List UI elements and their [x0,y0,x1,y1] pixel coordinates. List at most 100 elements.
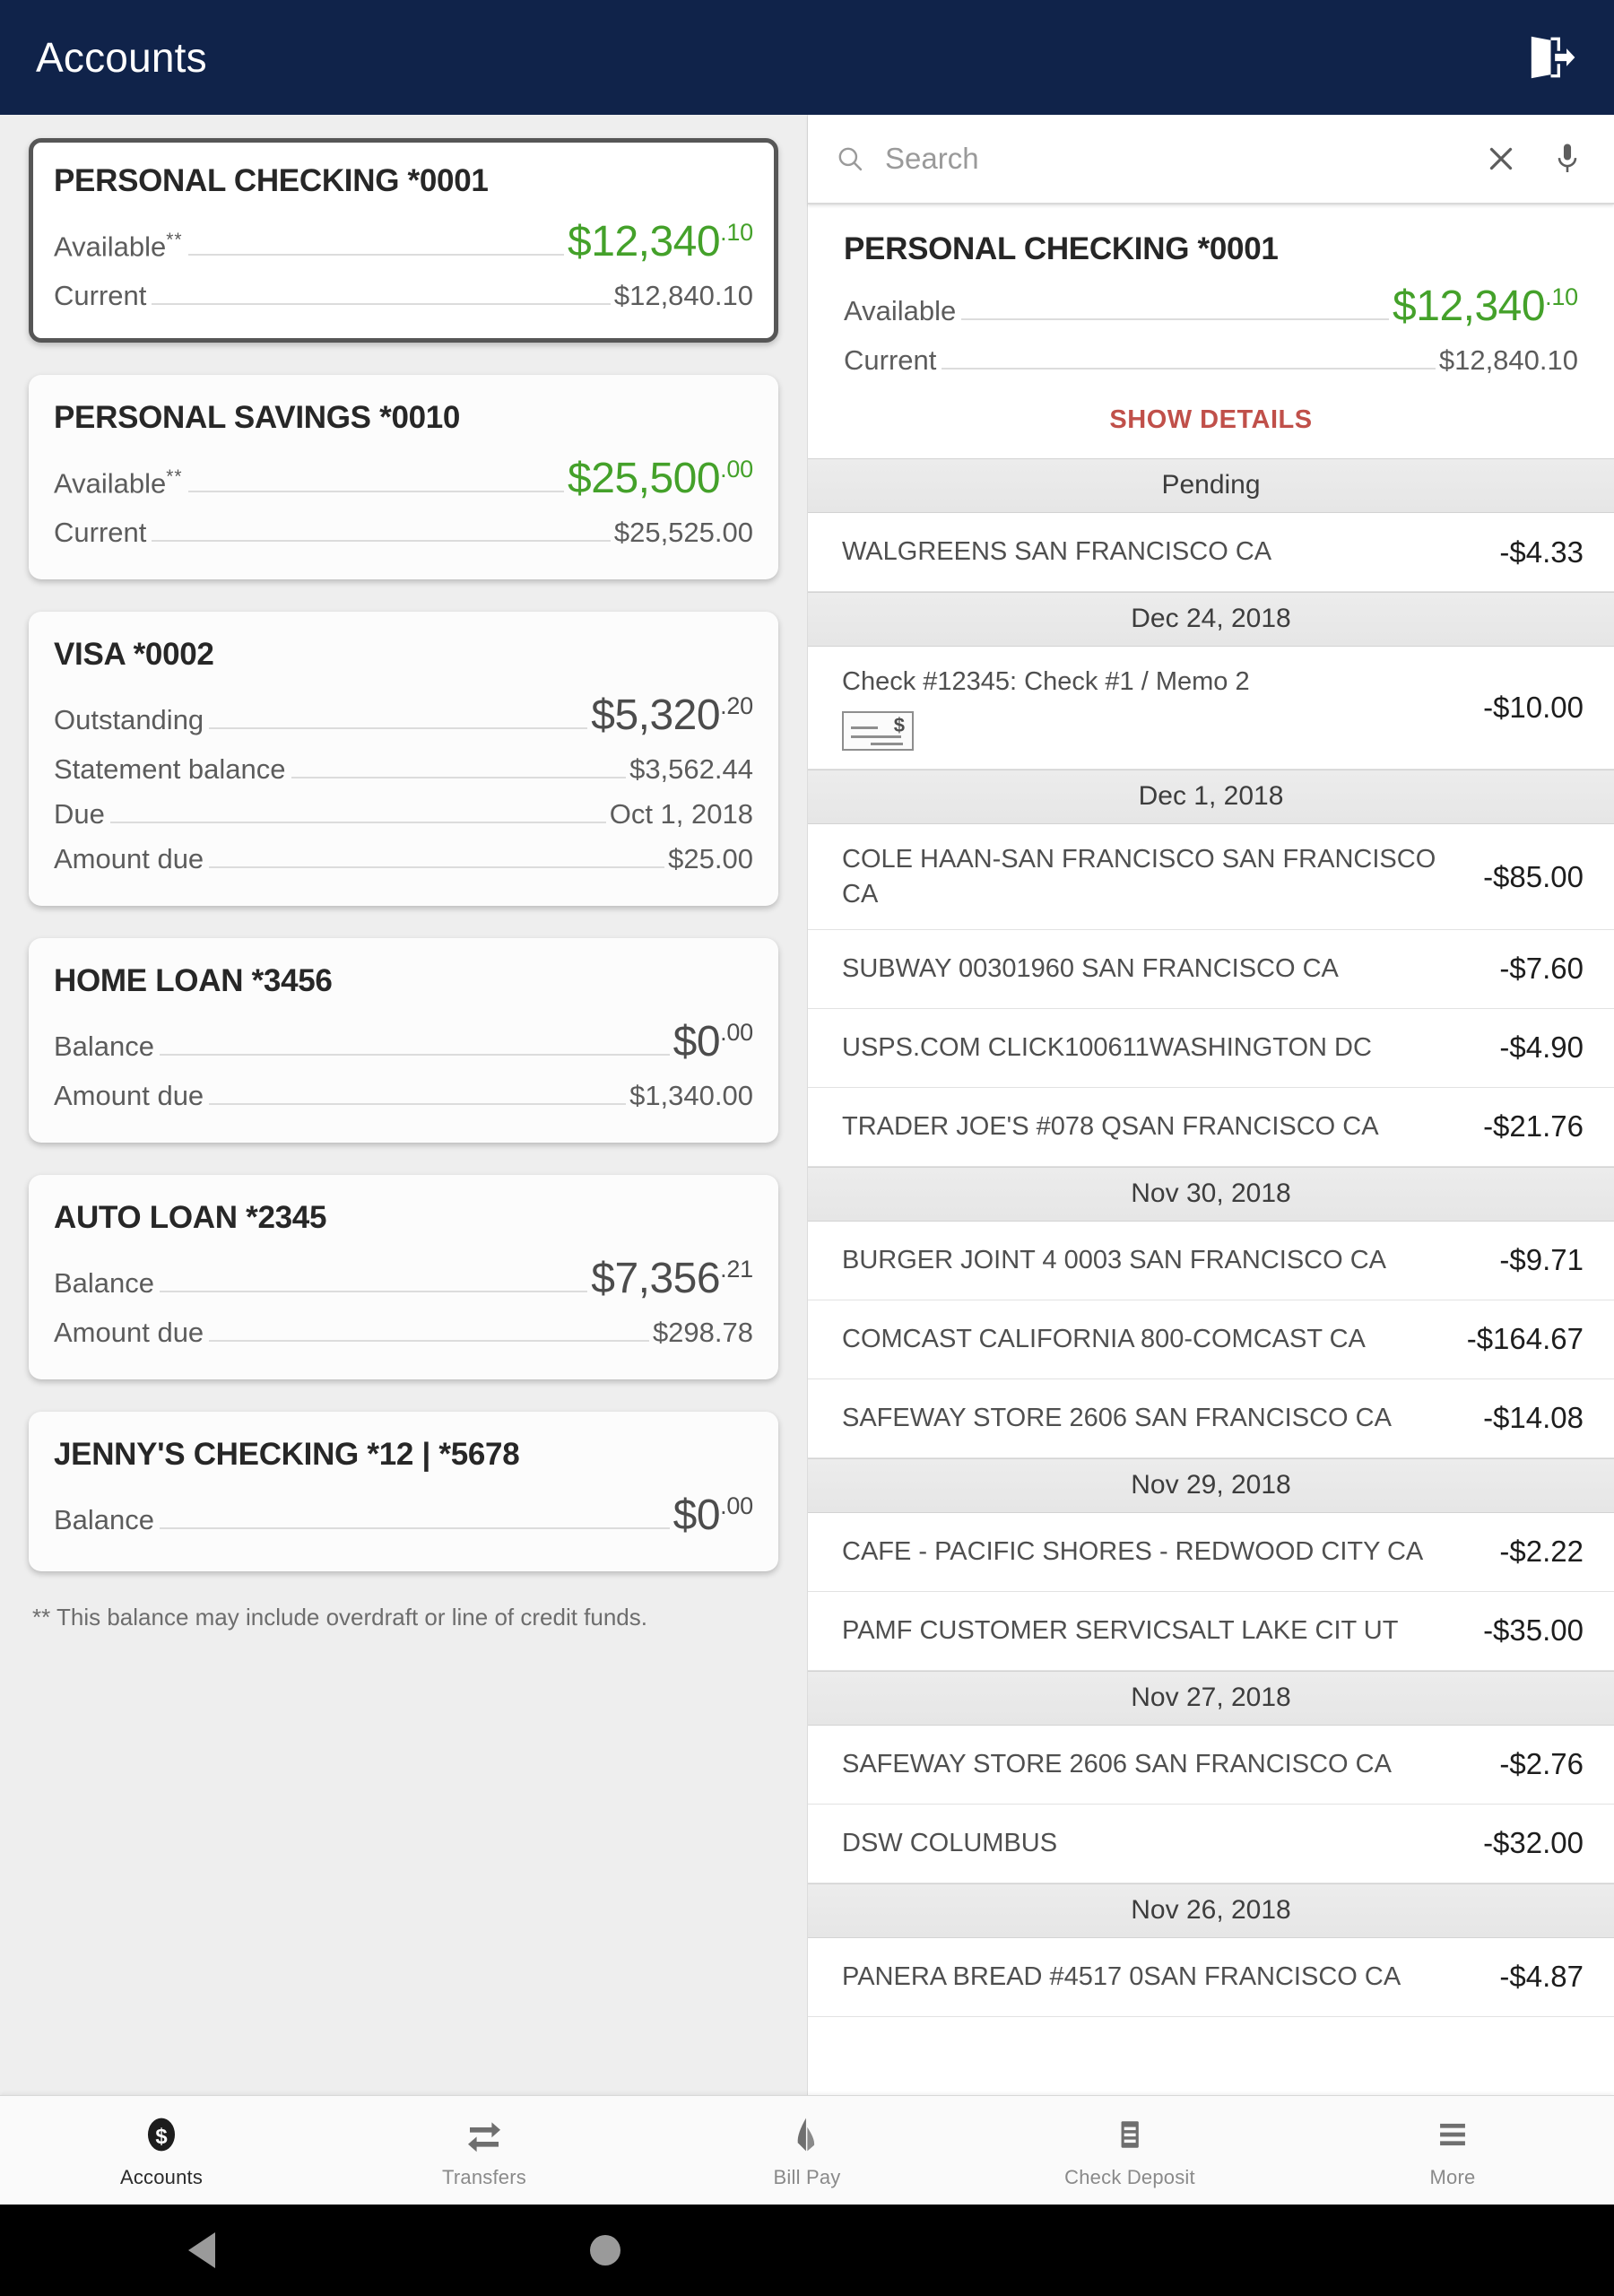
transaction-date-header: Nov 27, 2018 [808,1670,1614,1726]
value-cents: .10 [1545,283,1578,310]
logout-button[interactable] [1523,30,1578,85]
close-icon[interactable] [1485,141,1517,177]
account-row-label: Current [54,280,147,311]
search-bar[interactable] [808,115,1614,204]
account-row-value: $0.00 [672,1492,754,1539]
account-card[interactable]: VISA *0002 Outstanding $5,320.20 Statement … [29,612,778,906]
account-card[interactable]: AUTO LOAN *2345 Balance $7,356.21 Amount du… [29,1175,778,1379]
leader-line [160,1054,670,1056]
account-detail-row: Available** $12,340.10 [54,217,753,274]
account-row-value: $25,500.00 [568,455,753,502]
value-cents: .10 [720,219,753,246]
transaction-row[interactable]: COLE HAAN-SAN FRANCISCO SAN FRANCISCO CA… [808,824,1614,930]
tab-accounts[interactable]: $ Accounts [0,2096,323,2205]
account-row-label: Amount due [54,1080,204,1111]
account-detail-row: Amount due $25.00 [54,843,753,883]
show-details-link[interactable]: SHOW DETAILS [844,384,1578,458]
transaction-row[interactable]: COMCAST CALIFORNIA 800-COMCAST CA -$164.6… [808,1300,1614,1379]
transaction-description: USPS.COM CLICK100611WASHINGTON DC [842,1033,1372,1063]
transaction-row[interactable]: SAFEWAY STORE 2606 SAN FRANCISCO CA -$14.… [808,1378,1614,1458]
account-row-value: $1,340.00 [629,1080,753,1111]
page-title: Accounts [36,34,207,81]
account-card-title: PERSONAL SAVINGS *0010 [54,400,461,435]
transaction-date-header: Nov 30, 2018 [808,1166,1614,1222]
transaction-row[interactable]: CAFE - PACIFIC SHORES - REDWOOD CITY CA -… [808,1512,1614,1592]
detail-balance-rows: Available $12,340.10 Current $12,840.10 [844,282,1578,384]
value-cents: .20 [720,692,753,719]
transaction-row[interactable]: PAMF CUSTOMER SERVICSALT LAKE CIT UT -$35… [808,1591,1614,1671]
transaction-amount: -$4.87 [1499,1960,1584,1994]
value-cents: .00 [720,1019,753,1046]
android-back-button[interactable] [0,2232,404,2268]
transaction-row[interactable]: Check #12345: Check #1 / Memo 2 $ -$10.00 [808,647,1614,770]
transaction-description: COLE HAAN-SAN FRANCISCO SAN FRANCISCO CA [842,845,1436,909]
hamburger-menu-icon [1432,2112,1473,2157]
microphone-icon[interactable] [1551,141,1584,177]
transaction-date-header: Dec 24, 2018 [808,592,1614,647]
account-row-label: Balance [54,1504,155,1535]
transaction-amount: -$14.08 [1483,1401,1584,1435]
check-deposit-icon [1111,2112,1149,2157]
account-detail-row: Due Oct 1, 2018 [54,798,753,838]
transaction-row[interactable]: DSW COLUMBUS -$32.00 [808,1804,1614,1883]
transaction-row[interactable]: BURGER JOINT 4 0003 SAN FRANCISCO CA -$9.… [808,1221,1614,1300]
account-card-title: HOME LOAN *3456 [54,963,333,998]
tab-more[interactable]: More [1291,2096,1614,2205]
android-system-nav [0,2205,1614,2296]
transaction-description: SAFEWAY STORE 2606 SAN FRANCISCO CA [842,1404,1392,1433]
account-card-title: AUTO LOAN *2345 [54,1200,327,1235]
account-card[interactable]: PERSONAL CHECKING *0001 Available** $12,34… [29,138,778,343]
leader-line [187,254,565,256]
leader-line [160,1527,670,1529]
account-card[interactable]: HOME LOAN *3456 Balance $0.00 Amount due $1,… [29,938,778,1143]
account-detail-row: Amount due $298.78 [54,1317,753,1356]
overdraft-footnote: ** This balance may include overdraft or… [32,1604,647,1631]
transaction-row[interactable]: TRADER JOE'S #078 QSAN FRANCISCO CA -$21.… [808,1087,1614,1167]
account-card[interactable]: JENNY'S CHECKING *12 | *5678 Balance $0.00 [29,1412,778,1571]
transaction-row[interactable]: SUBWAY 00301960 SAN FRANCISCO CA -$7.60 [808,929,1614,1009]
leader-line [109,822,606,823]
account-detail-row: Available $12,340.10 [844,282,1578,339]
android-home-button[interactable] [404,2235,807,2266]
transaction-description: DSW COLUMBUS [842,1829,1058,1858]
leader-line [291,777,627,778]
account-row-value: Oct 1, 2018 [609,798,753,830]
transaction-row[interactable]: USPS.COM CLICK100611WASHINGTON DC -$4.90 [808,1008,1614,1088]
transaction-row[interactable]: WALGREENS SAN FRANCISCO CA -$4.33 [808,513,1614,592]
account-row-label: Statement balance [54,753,286,785]
tab-transfers[interactable]: Transfers [323,2096,646,2205]
leader-line [160,1291,588,1292]
transaction-description: PANERA BREAD #4517 0SAN FRANCISCO CA [842,1962,1401,1992]
transaction-amount: -$164.67 [1466,1322,1584,1356]
account-detail-row: Current $12,840.10 [844,344,1578,384]
account-detail-row: Statement balance $3,562.44 [54,753,753,793]
search-input[interactable] [885,142,1451,176]
transaction-amount: -$2.22 [1499,1535,1584,1569]
tab-label: More [1429,2165,1476,2188]
account-row-value: $25.00 [668,843,753,874]
check-image-icon[interactable]: $ [842,711,914,752]
check-line [851,726,878,730]
transaction-description: PAMF CUSTOMER SERVICSALT LAKE CIT UT [842,1616,1399,1646]
transaction-row[interactable]: SAFEWAY STORE 2606 SAN FRANCISCO CA -$2.7… [808,1725,1614,1805]
account-row-label: Outstanding [54,704,204,735]
accounts-list-pane: PERSONAL CHECKING *0001 Available** $12,34… [0,115,807,2095]
app-bar: Accounts [0,0,1614,115]
dollar-coin-icon: $ [142,2112,181,2157]
tab-bill-pay[interactable]: Bill Pay [646,2096,968,2205]
account-card[interactable]: PERSONAL SAVINGS *0010 Available** $25,500… [29,375,778,579]
account-detail-row: Balance $0.00 [54,1017,753,1074]
account-detail-row: Current $25,525.00 [54,517,753,556]
tab-label: Transfers [442,2165,526,2188]
transaction-amount: -$21.76 [1483,1109,1584,1144]
transaction-row[interactable]: PANERA BREAD #4517 0SAN FRANCISCO CA -$4.… [808,1937,1614,2017]
transaction-amount: -$35.00 [1483,1613,1584,1648]
footnote-marker: ** [166,229,183,250]
check-line [871,743,903,746]
leader-line [209,1103,627,1105]
tab-check-deposit[interactable]: Check Deposit [968,2096,1291,2205]
account-row-label: Available [844,295,957,326]
transaction-list[interactable]: Pending WALGREENS SAN FRANCISCO CA -$4.33 D… [808,458,1614,2095]
account-row-label: Current [844,344,937,376]
tab-label: Check Deposit [1064,2165,1195,2188]
